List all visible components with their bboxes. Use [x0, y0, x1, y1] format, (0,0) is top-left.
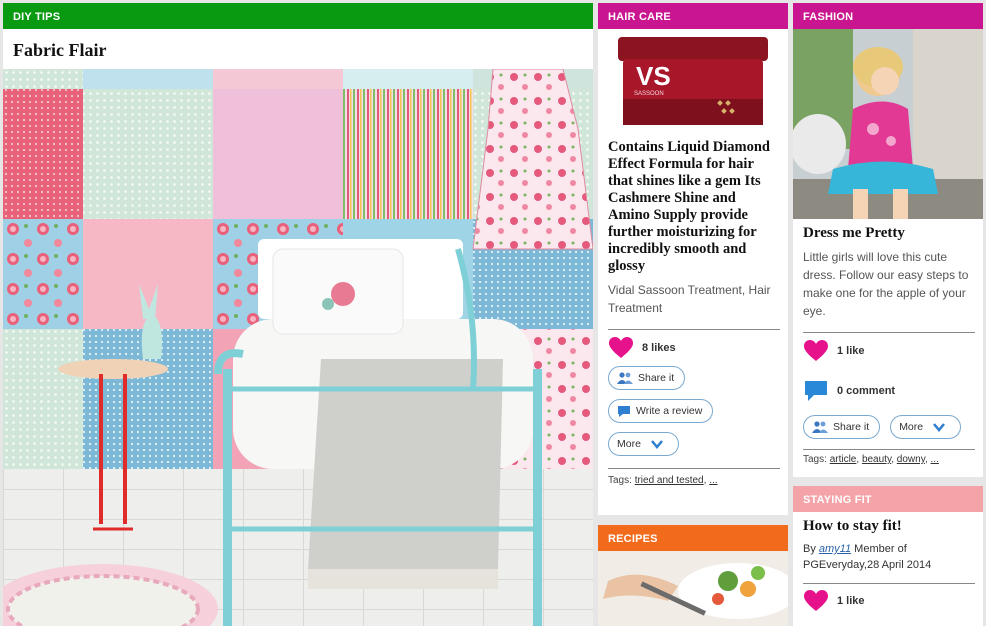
fit-like-row: 1 like	[803, 589, 975, 613]
hair-product-image[interactable]: VS SASSOON	[598, 29, 788, 131]
fashion-description: Little girls will love this cute dress. …	[803, 250, 969, 318]
hair-care-card: HAIR CARE VS SASSOON Contains Liquid Dia…	[598, 3, 788, 515]
more-label: More	[617, 438, 641, 450]
diy-title[interactable]: Fabric Flair	[3, 29, 593, 69]
fashion-tags: Tags: article, beauty, downy, ...	[803, 454, 939, 465]
fit-likes-count: 1 like	[837, 595, 865, 607]
tag-link[interactable]: beauty	[862, 454, 891, 465]
hair-care-subtitle: Vidal Sassoon Treatment, Hair Treatment	[608, 283, 771, 315]
fashion-comment-row: 0 comment	[803, 379, 975, 403]
tag-link[interactable]: ...	[931, 454, 939, 465]
hair-like-row: 8 likes	[608, 336, 780, 360]
hair-review-row: Write a review	[608, 399, 780, 423]
staying-fit-card: STAYING FIT How to stay fit! By amy11 Me…	[793, 486, 983, 626]
fashion-likes-count: 1 like	[837, 345, 865, 357]
hair-more-row: More	[608, 432, 780, 456]
recipes-card: RECIPES	[598, 525, 788, 626]
more-button[interactable]: More	[890, 415, 962, 439]
tags-label: Tags:	[608, 475, 632, 486]
product-logo: VS	[636, 61, 671, 91]
diy-category-header[interactable]: DIY TIPS	[3, 3, 593, 29]
fashion-title[interactable]: Dress me Pretty	[803, 225, 975, 242]
hair-care-category-header[interactable]: HAIR CARE	[598, 3, 788, 29]
write-review-button[interactable]: Write a review	[608, 399, 714, 423]
more-button[interactable]: More	[608, 432, 679, 456]
staying-fit-body: How to stay fit! By amy11 Member of PGEv…	[803, 518, 975, 613]
hair-share-row: Share it	[608, 366, 780, 390]
diy-card: DIY TIPS Fabric Flair	[3, 3, 593, 626]
divider	[608, 329, 780, 330]
recipes-category-header[interactable]: RECIPES	[598, 525, 788, 551]
chevron-down-icon	[650, 440, 663, 449]
comment-icon	[618, 405, 630, 417]
tag-link[interactable]: article	[830, 454, 857, 465]
users-icon	[812, 421, 828, 433]
product-brand: SASSOON	[634, 91, 664, 97]
heart-icon[interactable]	[608, 336, 634, 360]
divider	[803, 583, 975, 584]
staying-fit-title[interactable]: How to stay fit!	[803, 518, 975, 535]
heart-icon[interactable]	[803, 589, 829, 613]
divider	[803, 449, 975, 450]
fashion-action-row: Share it More	[803, 415, 975, 439]
fashion-body: Dress me Pretty Little girls will love t…	[803, 225, 975, 465]
tag-link[interactable]: tried and tested	[635, 475, 704, 486]
by-label: By	[803, 543, 816, 555]
comment-icon[interactable]	[803, 379, 829, 403]
author-link[interactable]: amy11	[819, 543, 851, 555]
fashion-comment-count: 0 comment	[837, 385, 896, 397]
chevron-down-icon	[933, 423, 946, 432]
staying-fit-byline: By amy11 Member of PGEveryday,28 April 2…	[803, 541, 975, 573]
hair-likes-count: 8 likes	[642, 342, 676, 354]
users-icon	[617, 372, 633, 384]
write-review-label: Write a review	[636, 405, 703, 417]
heart-icon[interactable]	[803, 339, 829, 363]
tag-link[interactable]: downy	[897, 454, 925, 465]
share-button[interactable]: Share it	[608, 366, 686, 390]
share-label: Share it	[638, 372, 675, 384]
diy-image[interactable]	[3, 69, 593, 626]
hair-care-title[interactable]: Contains Liquid Diamond Effect Formula f…	[608, 139, 780, 275]
tag-link[interactable]: ...	[709, 475, 717, 486]
fashion-category-header[interactable]: FASHION	[793, 3, 983, 29]
share-label: Share it	[833, 421, 870, 433]
recipes-image[interactable]	[598, 551, 788, 626]
staying-fit-category-header[interactable]: STAYING FIT	[793, 486, 983, 512]
fashion-card: FASHION Dress me Pretty Little girls wil…	[793, 3, 983, 477]
more-label: More	[899, 421, 924, 433]
hair-care-body: Contains Liquid Diamond Effect Formula f…	[608, 139, 780, 486]
fashion-image[interactable]	[793, 29, 983, 219]
share-button[interactable]: Share it	[803, 415, 881, 439]
hair-tags: Tags: tried and tested, ...	[608, 475, 718, 486]
tags-label: Tags:	[803, 454, 827, 465]
fashion-like-row: 1 like	[803, 339, 975, 363]
divider	[608, 468, 780, 469]
divider	[803, 332, 975, 333]
